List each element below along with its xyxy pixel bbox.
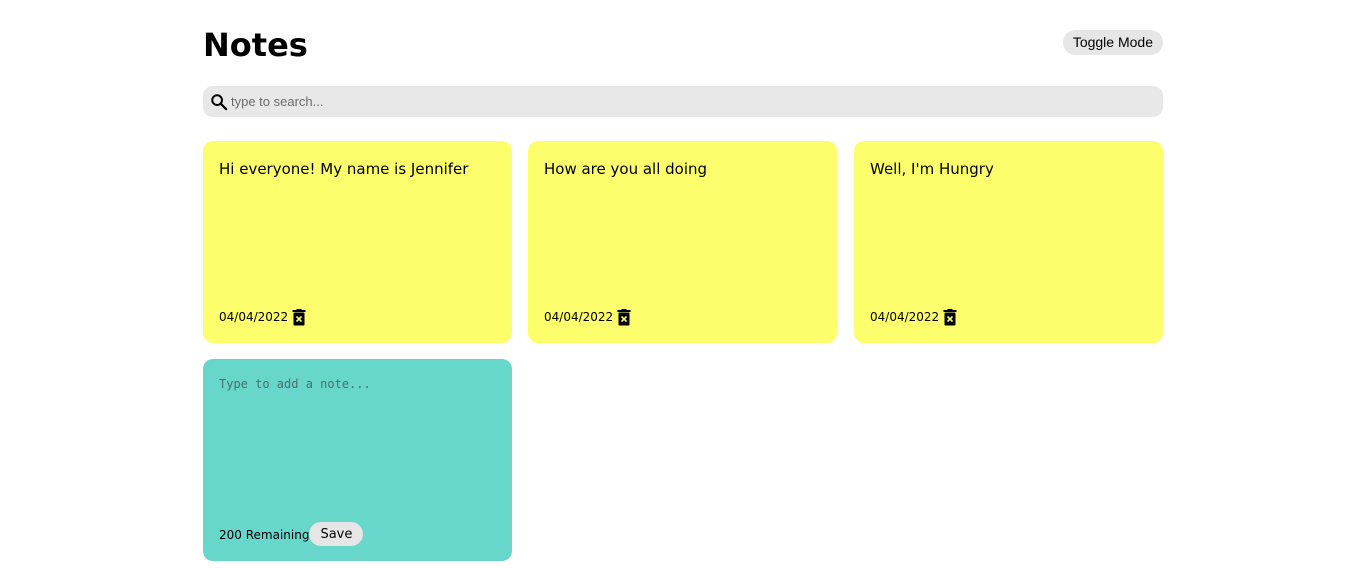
new-note-footer: 200 Remaining Save: [219, 522, 364, 546]
trash-icon[interactable]: [617, 308, 631, 326]
trash-icon[interactable]: [292, 308, 306, 326]
save-button[interactable]: Save: [309, 522, 364, 546]
note-card: Well, I'm Hungry 04/04/2022: [854, 141, 1163, 343]
note-card: Hi everyone! My name is Jennifer 04/04/2…: [203, 141, 512, 343]
note-card: How are you all doing 04/04/2022: [528, 141, 837, 343]
trash-icon[interactable]: [943, 308, 957, 326]
note-text: Hi everyone! My name is Jennifer: [219, 160, 469, 178]
search-bar: [203, 86, 1163, 117]
toggle-mode-button[interactable]: Toggle Mode: [1062, 30, 1163, 55]
note-footer: 04/04/2022: [219, 307, 306, 327]
note-date: 04/04/2022: [219, 310, 289, 324]
search-input[interactable]: [231, 94, 1131, 109]
new-note-card: 200 Remaining Save: [203, 359, 512, 561]
note-footer: 04/04/2022: [544, 307, 631, 327]
search-icon: [211, 93, 228, 110]
note-date: 04/04/2022: [544, 310, 614, 324]
note-date: 04/04/2022: [870, 310, 940, 324]
note-text: How are you all doing: [544, 160, 708, 178]
note-footer: 04/04/2022: [870, 307, 957, 327]
header: Notes Toggle Mode: [203, 0, 1163, 86]
characters-remaining: 200 Remaining: [219, 528, 310, 542]
app-container: Notes Toggle Mode Hi everyone! My name i…: [203, 0, 1163, 561]
note-text: Well, I'm Hungry: [870, 160, 994, 178]
new-note-input[interactable]: [219, 377, 496, 517]
page-title: Notes: [203, 26, 308, 64]
